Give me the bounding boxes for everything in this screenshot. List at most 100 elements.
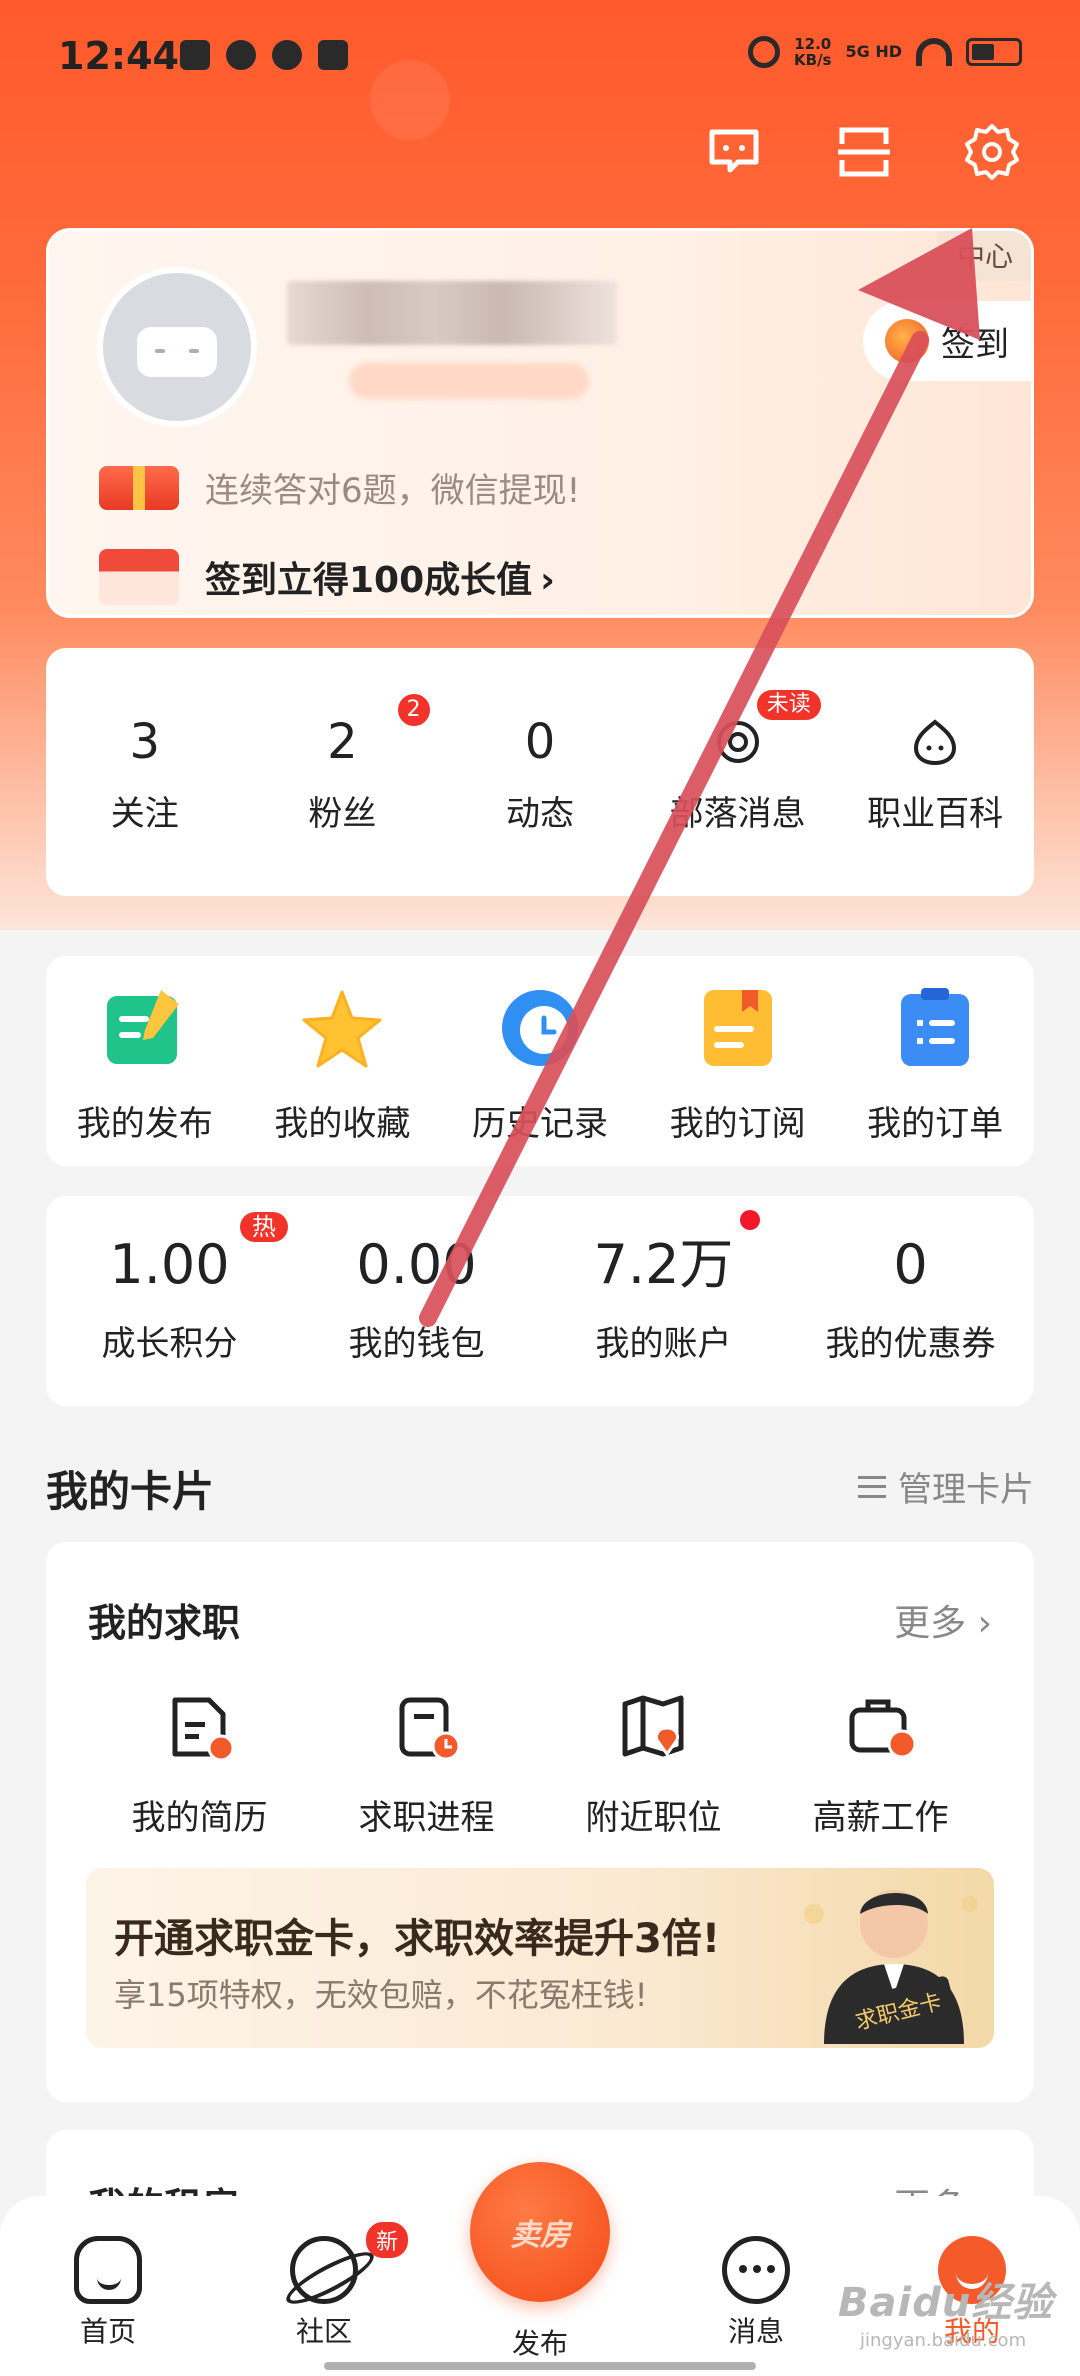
planet-icon: 新 [290,2219,412,2304]
avatar[interactable] [97,267,257,427]
wallet-value: 0.00 [356,1233,477,1296]
scan-icon[interactable] [834,122,894,182]
message-icon [722,2236,790,2304]
app-icon [272,40,302,70]
unread-badge: 未读 [756,690,821,720]
nav-label: 首页 [79,2315,136,2348]
manage-cards-button[interactable]: 管理卡片 [858,1462,1034,1511]
subscription-icon [703,990,772,1066]
order-icon [901,988,970,1066]
resume-icon [172,1697,234,1762]
quiz-promo-text: 连续答对6题，微信提现! [205,471,581,511]
signin-promo[interactable]: 签到立得100成长值 › [99,549,555,605]
wallet-account[interactable]: 7.2万 我的账户 [540,1196,787,1406]
signin-promo-label: 签到立得100成长值 [205,560,533,601]
network-speed: 12.0 KB/s [794,36,831,68]
history-icon [501,990,578,1066]
list-icon [858,1475,886,1498]
feature-label: 我的订单 [867,1104,1004,1144]
wallet-value: 7.2万 [593,1233,734,1296]
stat-posts[interactable]: 0 动态 [441,648,639,896]
avatar-face-icon [137,327,217,377]
my-cards-title: 我的卡片 [46,1467,215,1516]
job-item-resume[interactable]: 我的简历 [86,1692,313,1839]
network-type: 5G HD [845,42,902,61]
speed-value: 12.0 [794,35,832,53]
feature-label: 我的发布 [76,1104,213,1144]
stat-label: 动态 [505,794,574,834]
job-more-link[interactable]: 更多 › [894,1594,992,1646]
nav-tab-publish[interactable]: 发布 [480,2316,600,2362]
member-center-link[interactable]: 中心 [936,231,1031,281]
stat-tribe-messages[interactable]: 未读 部落消息 [639,648,837,896]
job-item-label: 求职进程 [358,1798,495,1838]
new-badge: 新 [363,2219,412,2261]
nav-tab-message[interactable]: 消息 [696,2236,816,2350]
home-icon [74,2236,142,2304]
wallet-growth-points[interactable]: 1.00 热 成长积分 [46,1196,293,1406]
job-item-progress[interactable]: 求职进程 [313,1692,540,1839]
wechat-icon [180,40,210,70]
account-red-dot [740,1210,760,1230]
user-tag-blurred [349,363,589,399]
job-item-nearby[interactable]: 附近职位 [540,1692,767,1839]
status-time: 12:44 [58,34,179,78]
fans-badge: 2 [395,692,432,728]
wallet-label: 我的钱包 [348,1324,485,1364]
publish-center-text: 卖房 [510,2218,570,2253]
message-dots [739,2265,775,2273]
wallet-balance[interactable]: 0.00 我的钱包 [293,1196,540,1406]
stat-career-wiki[interactable]: 职业百科 [836,648,1034,896]
map-pin-icon [622,1695,683,1757]
wallet-label: 我的优惠券 [825,1324,996,1364]
feature-orders[interactable]: 我的订单 [836,956,1034,1166]
manage-cards-label: 管理卡片 [898,1470,1034,1510]
gold-banner-title: 开通求职金卡，求职效率提升3倍! [114,1916,721,1962]
stat-following[interactable]: 3 关注 [46,648,244,896]
sprout-icon [914,719,957,766]
wallet-label: 我的账户 [595,1324,732,1364]
target-icon [716,721,759,763]
stat-value: 3 [129,714,161,770]
job-shortcuts: 我的简历 求职进程 附近职位 高薪工作 [86,1692,994,1839]
nav-label: 社区 [295,2315,352,2348]
nav-label: 发布 [511,2327,568,2360]
publish-button[interactable]: 卖房 [470,2162,610,2302]
gift-icon [99,465,179,510]
social-stats: 3 关注 2 2 粉丝 0 动态 未读 部落消息 职业百科 [46,648,1034,896]
feature-label: 历史记录 [471,1104,608,1144]
wallet-value: 1.00 [109,1233,230,1296]
feature-my-posts[interactable]: 我的发布 [46,956,244,1166]
tribe-icon-wrap [639,718,837,766]
feature-shortcuts: 我的发布 我的收藏 历史记录 我的订阅 我的订单 [46,956,1034,1166]
job-item-label: 高薪工作 [812,1798,949,1838]
battery-icon [966,38,1022,66]
job-item-high-salary[interactable]: 高薪工作 [767,1692,994,1839]
alarm-icon [748,36,781,68]
nav-label: 消息 [727,2315,784,2348]
feature-label: 我的收藏 [274,1104,411,1144]
stat-fans[interactable]: 2 2 粉丝 [244,648,442,896]
gold-card-banner[interactable]: 开通求职金卡，求职效率提升3倍! 享15项特权，无效包赔，不花冤枉钱! 求职金卡 [86,1868,994,2048]
headset-icon[interactable] [704,122,764,182]
home-indicator[interactable] [324,2362,756,2370]
status-right: 12.0 KB/s 5G HD [748,36,1022,68]
watermark-subtext: jingyan.baidu.com [860,2330,1027,2351]
wallet-value: 0 [893,1233,928,1296]
profile-card[interactable]: 中心 签到 连续答对6题，微信提现! 签到立得100成长值 › [46,228,1034,618]
feature-history[interactable]: 历史记录 [441,956,639,1166]
username-blurred [287,281,617,345]
progress-icon [399,1697,460,1761]
nav-tab-community[interactable]: 新 社区 [264,2219,412,2350]
quiz-promo[interactable]: 连续答对6题，微信提现! [99,463,580,512]
gear-icon[interactable] [962,122,1022,182]
job-item-label: 我的简历 [131,1798,268,1838]
nav-tab-home[interactable]: 首页 [48,2236,168,2350]
feature-favorites[interactable]: 我的收藏 [244,956,442,1166]
job-card-title: 我的求职 [88,1601,241,1645]
feature-subscriptions[interactable]: 我的订阅 [639,956,837,1166]
briefcase-icon [849,1699,916,1759]
signin-button[interactable]: 签到 [863,301,1031,381]
wallet-coupons[interactable]: 0 我的优惠券 [787,1196,1034,1406]
gold-banner-subtitle: 享15项特权，无效包赔，不花冤枉钱! [114,1976,648,2014]
